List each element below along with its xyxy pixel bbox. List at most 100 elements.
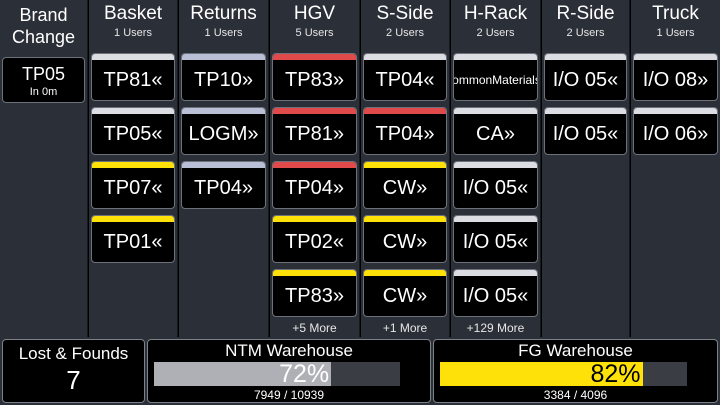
column-header: S-Side 2 Users	[361, 0, 449, 50]
task-label: LOGM»	[188, 122, 259, 145]
column-header: HGV 5 Users	[270, 0, 359, 50]
task-card[interactable]: CW»	[363, 161, 447, 209]
column-user-count: 2 Users	[386, 27, 424, 39]
task-card[interactable]: TP04»	[363, 107, 447, 155]
column-title: Brand Change	[11, 5, 76, 47]
task-card[interactable]: TP04»	[181, 161, 266, 209]
task-card[interactable]: TP01«	[91, 215, 175, 263]
column-user-count: 5 Users	[295, 27, 334, 39]
column-user-count: 1 Users	[114, 27, 152, 39]
lost-and-found-count: 7	[66, 365, 81, 395]
task-card[interactable]: CW»	[363, 269, 447, 317]
capacity-bar: 72%	[154, 360, 400, 388]
task-card[interactable]: TP83»	[272, 53, 357, 101]
task-label: I/O 06»	[642, 122, 709, 145]
task-card[interactable]: TP07«	[91, 161, 175, 209]
task-label: TP04«	[375, 68, 435, 91]
column-header: Brand Change	[0, 0, 87, 50]
warehouse-title: FG Warehouse	[518, 341, 633, 360]
task-label: TP10»	[194, 68, 253, 91]
task-card[interactable]: I/O 05«	[453, 215, 538, 263]
task-label: TP05«	[103, 122, 163, 145]
column-h-rack: H-Rack 2 Users CommonMaterials« CA» I/O …	[451, 0, 541, 337]
task-card[interactable]: CommonMaterials«	[453, 53, 538, 101]
capacity-bar: 82%	[440, 360, 687, 388]
task-card[interactable]: TP83»	[272, 269, 357, 317]
warehouse-title: NTM Warehouse	[225, 341, 353, 360]
column-hgv: HGV 5 Users TP83» TP81» TP04» TP02« TP83…	[270, 0, 360, 337]
column-user-count: 2 Users	[476, 27, 515, 39]
task-label: TP83»	[285, 284, 344, 307]
task-label: TP04»	[194, 176, 253, 199]
task-label: I/O 05«	[462, 176, 529, 199]
board: Brand Change TP05 In 0m Basket 1 Users T…	[0, 0, 720, 337]
task-label: CW»	[382, 176, 428, 199]
fg-warehouse-panel[interactable]: FG Warehouse 82% 3384 / 4096	[433, 339, 718, 403]
task-card[interactable]: I/O 05«	[453, 161, 538, 209]
task-card[interactable]: I/O 06»	[633, 107, 718, 155]
column-title: H-Rack	[463, 3, 528, 24]
column-header: Basket 1 Users	[89, 0, 177, 50]
task-card[interactable]: I/O 08»	[633, 53, 718, 101]
column-header: H-Rack 2 Users	[451, 0, 540, 50]
task-card[interactable]: TP81«	[91, 53, 175, 101]
column-brand-change: Brand Change TP05 In 0m	[0, 0, 88, 337]
task-card[interactable]: CW»	[363, 215, 447, 263]
column-basket: Basket 1 Users TP81« TP05« TP07« TP01«	[89, 0, 178, 337]
brand-change-card[interactable]: TP05 In 0m	[2, 57, 85, 103]
task-label: CA»	[476, 122, 515, 145]
lost-and-found-title: Lost & Founds	[18, 344, 129, 363]
task-label: TP81«	[103, 68, 163, 91]
column-user-count: 1 Users	[204, 27, 243, 39]
task-label: CW»	[382, 284, 428, 307]
task-label: I/O 08»	[642, 68, 709, 91]
task-card[interactable]: TP05«	[91, 107, 175, 155]
column-header: Returns 1 Users	[179, 0, 268, 50]
column-user-count: 2 Users	[566, 27, 605, 39]
task-label: I/O 05«	[462, 230, 529, 253]
column-header: Truck 1 Users	[631, 0, 720, 50]
task-label: TP04»	[285, 176, 344, 199]
column-title: S-Side	[376, 3, 434, 24]
task-label: I/O 05«	[552, 122, 619, 145]
column-title: R-Side	[556, 3, 615, 24]
task-label: I/O 05«	[552, 68, 619, 91]
warehouse-counts: 3384 / 4096	[543, 388, 608, 402]
task-label: TP01«	[103, 230, 163, 253]
column-title: HGV	[293, 3, 336, 24]
task-card[interactable]: TP81»	[272, 107, 357, 155]
task-label: CW»	[382, 230, 428, 253]
column-s-side: S-Side 2 Users TP04« TP04» CW» CW» CW» +…	[361, 0, 450, 337]
task-card[interactable]: I/O 05«	[544, 107, 627, 155]
brand-code: TP05	[21, 64, 66, 84]
column-returns: Returns 1 Users TP10» LOGM» TP04»	[179, 0, 269, 337]
task-label: TP07«	[103, 176, 163, 199]
task-card[interactable]: LOGM»	[181, 107, 266, 155]
task-card[interactable]: CA»	[453, 107, 538, 155]
task-card[interactable]: TP02«	[272, 215, 357, 263]
task-label: TP04»	[375, 122, 435, 145]
task-card[interactable]: I/O 05«	[453, 269, 538, 317]
more-link[interactable]: +1 More	[361, 321, 449, 335]
column-title: Truck	[652, 3, 699, 24]
more-link[interactable]: +129 More	[451, 321, 540, 335]
lost-and-found-panel[interactable]: Lost & Founds 7	[2, 339, 145, 403]
ntm-warehouse-panel[interactable]: NTM Warehouse 72% 7949 / 10939	[147, 339, 431, 403]
task-card[interactable]: TP04«	[363, 53, 447, 101]
column-title: Basket	[103, 3, 163, 24]
capacity-percent: 82%	[590, 360, 641, 388]
task-label: CommonMaterials«	[454, 72, 537, 87]
task-label: TP83»	[285, 68, 344, 91]
column-title: Returns	[190, 3, 257, 24]
more-link[interactable]: +5 More	[270, 321, 359, 335]
brand-time: In 0m	[29, 86, 58, 98]
task-card[interactable]: TP10»	[181, 53, 266, 101]
task-label: TP02«	[285, 230, 344, 253]
column-truck: Truck 1 Users I/O 08» I/O 06»	[631, 0, 720, 337]
column-r-side: R-Side 2 Users I/O 05« I/O 05«	[542, 0, 630, 337]
task-label: TP81»	[285, 122, 344, 145]
task-card[interactable]: TP04»	[272, 161, 357, 209]
task-card[interactable]: I/O 05«	[544, 53, 627, 101]
task-label: I/O 05«	[462, 284, 529, 307]
column-header: R-Side 2 Users	[542, 0, 629, 50]
